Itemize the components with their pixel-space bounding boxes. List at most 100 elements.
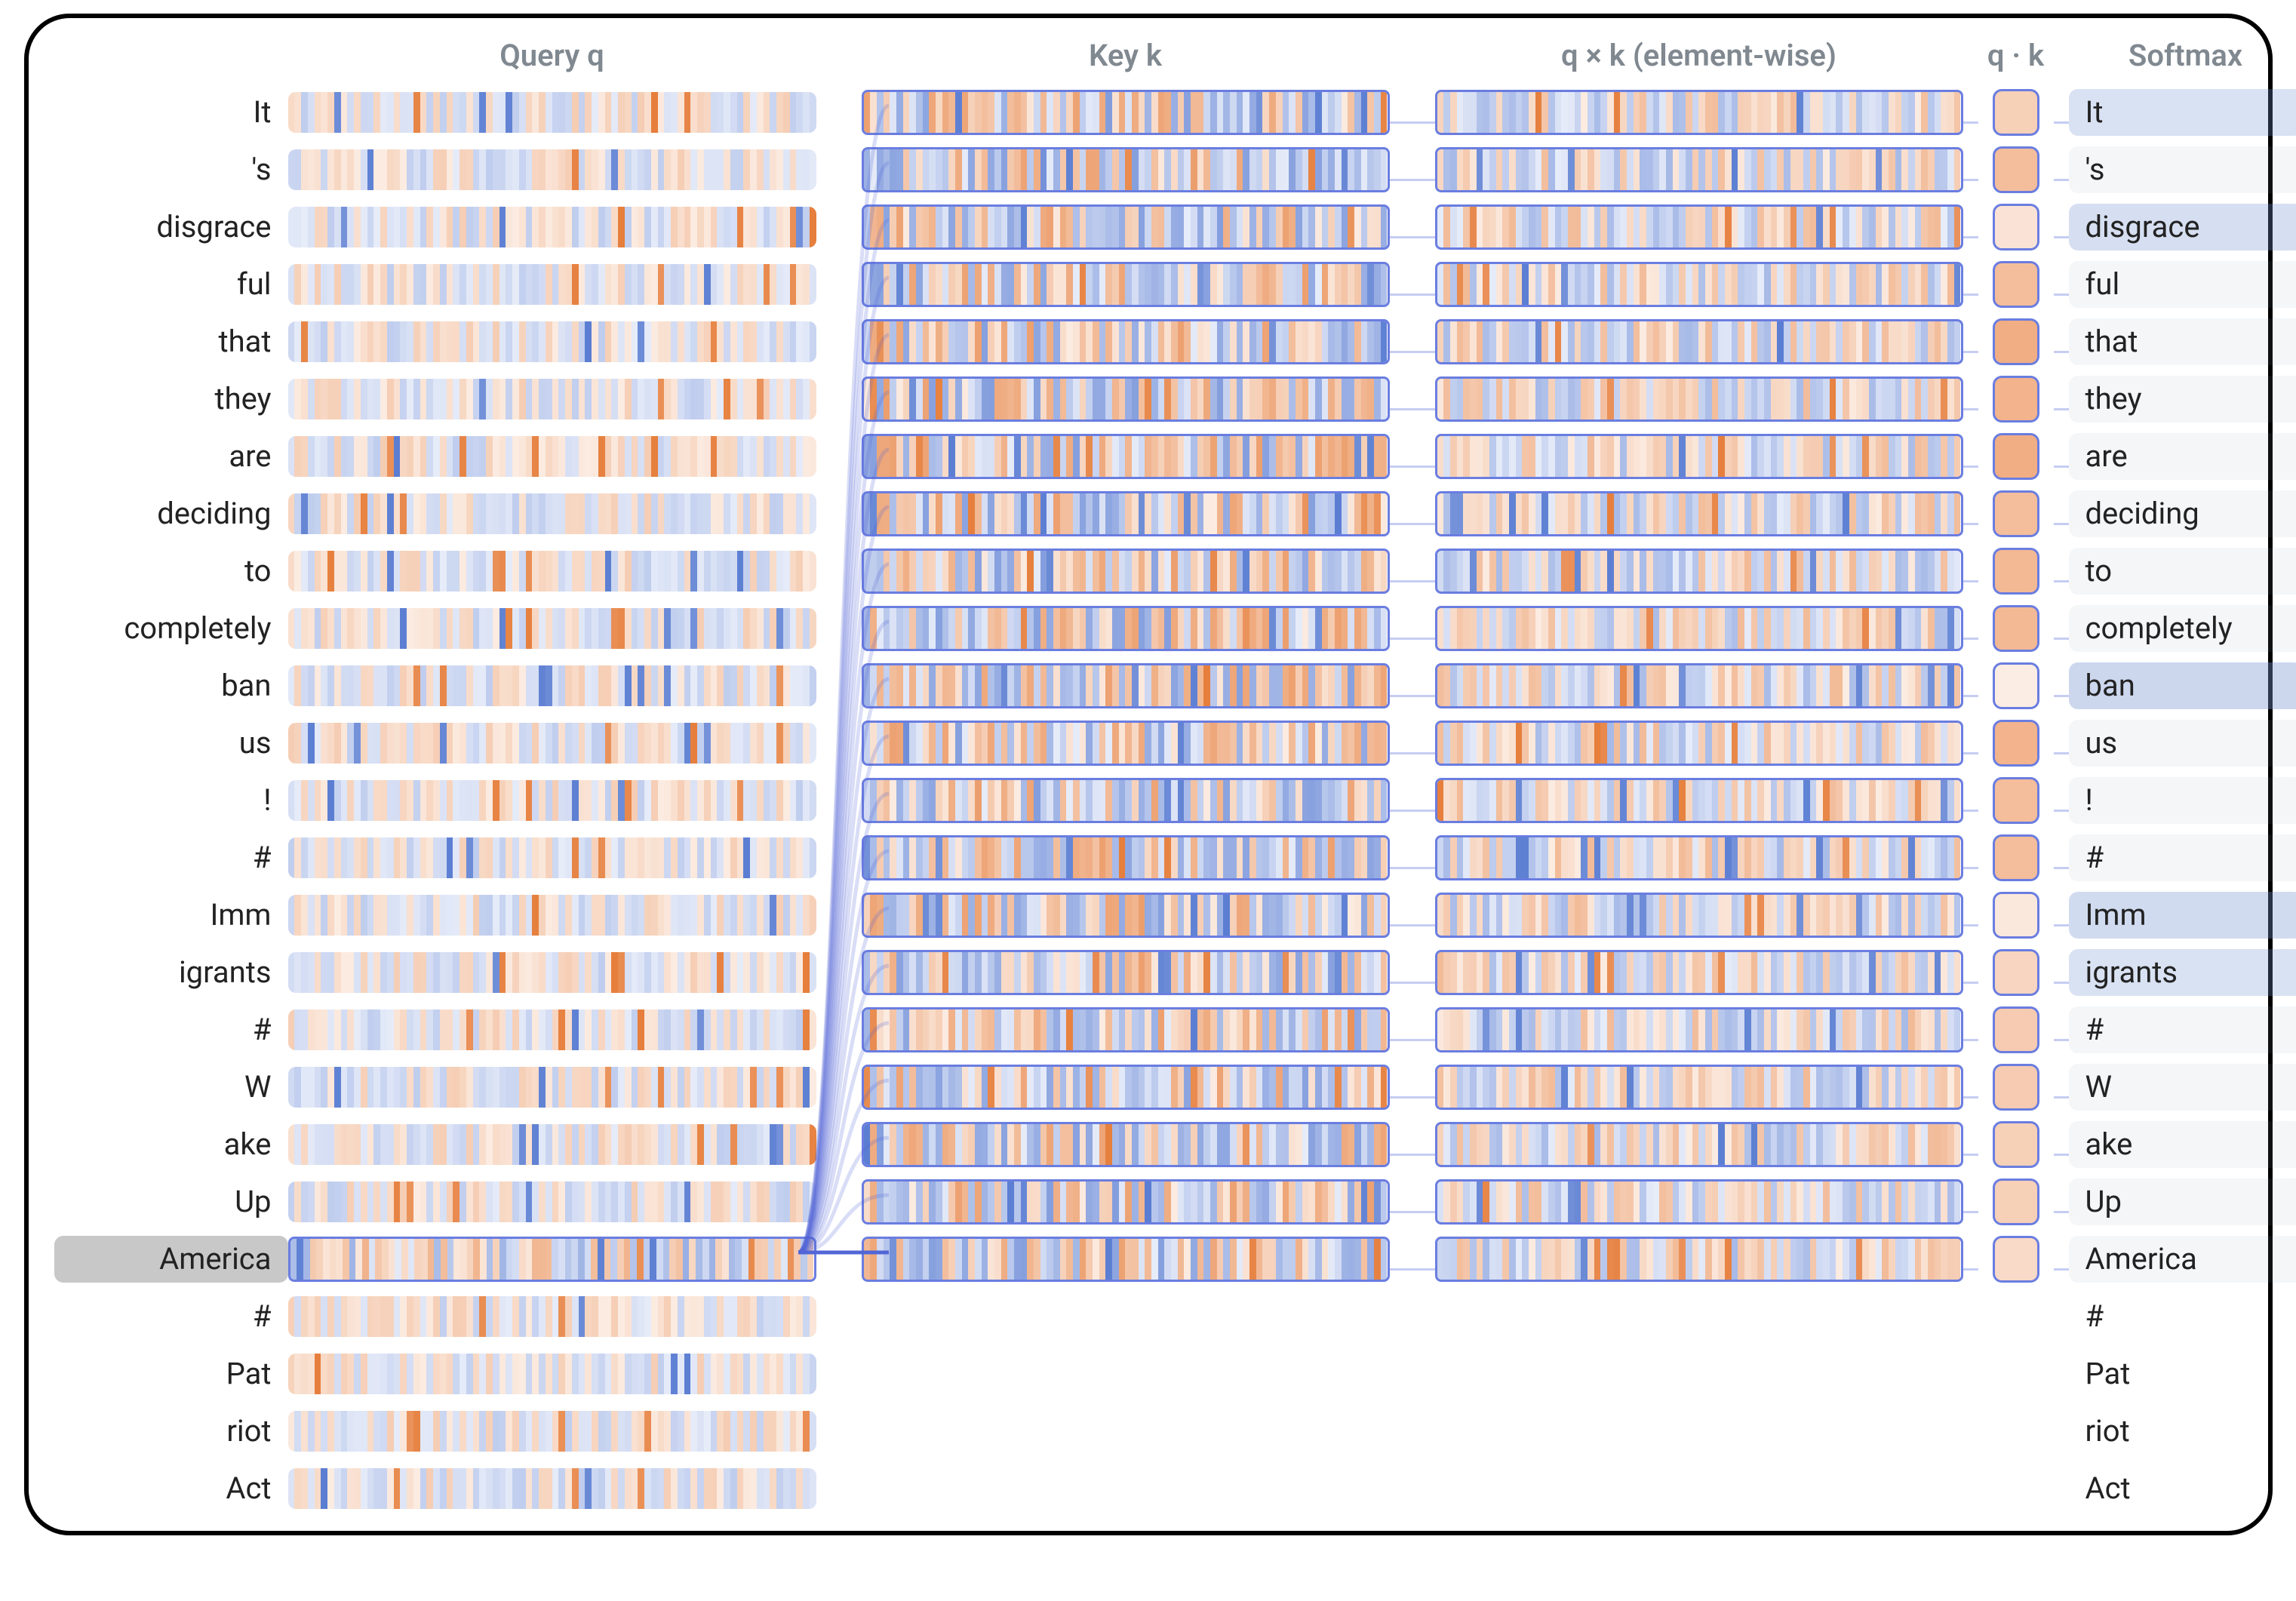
query-stripes (288, 895, 816, 936)
key-stripes (862, 262, 1390, 307)
token-left: It (54, 89, 288, 136)
dot-score (1978, 605, 2054, 652)
token-right: W (2069, 1064, 2296, 1111)
token-right: ban (2069, 662, 2296, 709)
key-stripes (862, 606, 1390, 651)
query-stripes (288, 665, 816, 706)
dot-score (1978, 1121, 2054, 1168)
key-stripes (862, 721, 1390, 766)
dot-score (1978, 146, 2054, 193)
product-stripes (1435, 893, 1963, 938)
product-stripes (1435, 90, 1963, 135)
query-stripes (288, 207, 816, 247)
dot-score (1978, 1006, 2054, 1053)
token-row: !! (54, 772, 2242, 829)
token-row: riotriot (54, 1403, 2242, 1460)
token-right: It (2069, 89, 2296, 136)
query-stripes (288, 1354, 816, 1394)
token-row: AmericaAmerica (54, 1231, 2242, 1288)
token-right: ful (2069, 261, 2296, 308)
token-left: deciding (54, 490, 288, 537)
key-stripes (862, 434, 1390, 479)
key-stripes (862, 1237, 1390, 1282)
query-stripes (288, 149, 816, 190)
token-row: UpUp (54, 1173, 2242, 1231)
dot-score (1978, 720, 2054, 767)
key-stripes (862, 835, 1390, 880)
product-stripes (1435, 376, 1963, 422)
token-right: Up (2069, 1178, 2296, 1225)
token-row: akeake (54, 1116, 2242, 1173)
product-stripes (1435, 1065, 1963, 1110)
product-stripes (1435, 262, 1963, 307)
product-stripes (1435, 1179, 1963, 1225)
query-stripes (288, 952, 816, 993)
token-row: usus (54, 714, 2242, 772)
token-row: banban (54, 657, 2242, 714)
product-stripes (1435, 434, 1963, 479)
token-row: ## (54, 1288, 2242, 1345)
query-stripes (288, 551, 816, 592)
product-stripes (1435, 204, 1963, 250)
key-stripes (862, 1007, 1390, 1052)
product-stripes (1435, 1237, 1963, 1282)
token-row: ItIt (54, 84, 2242, 141)
product-stripes (1435, 491, 1963, 536)
token-right: that (2069, 318, 2296, 365)
dot-score (1978, 261, 2054, 308)
token-row: PatPat (54, 1345, 2242, 1403)
query-stripes (288, 1411, 816, 1452)
token-right: they (2069, 376, 2296, 423)
token-right: Imm (2069, 892, 2296, 939)
key-stripes (862, 204, 1390, 250)
dot-score (1978, 777, 2054, 824)
token-row: WW (54, 1059, 2242, 1116)
dot-score (1978, 89, 2054, 136)
token-right: completely (2069, 605, 2296, 652)
dot-score (1978, 548, 2054, 595)
token-right: ! (2069, 777, 2296, 824)
key-stripes (862, 147, 1390, 192)
token-left: Up (54, 1178, 288, 1225)
product-stripes (1435, 319, 1963, 364)
token-row: ## (54, 829, 2242, 887)
token-right: 's (2069, 146, 2296, 193)
dot-score (1978, 433, 2054, 480)
product-stripes (1435, 778, 1963, 823)
dot-score (1978, 376, 2054, 423)
dot-score (1978, 834, 2054, 881)
token-left: Act (54, 1465, 288, 1512)
product-stripes (1435, 147, 1963, 192)
query-stripes (288, 1067, 816, 1108)
product-stripes (1435, 549, 1963, 594)
token-right: # (2069, 834, 2296, 881)
token-right: deciding (2069, 490, 2296, 537)
key-stripes (862, 90, 1390, 135)
token-left: riot (54, 1408, 288, 1455)
token-left: 's (54, 146, 288, 193)
header-key: Key k (862, 38, 1390, 73)
token-right: # (2069, 1006, 2296, 1053)
header-softmax: Softmax (2069, 38, 2296, 73)
key-stripes (862, 1065, 1390, 1110)
token-right: riot (2069, 1408, 2296, 1455)
token-left: W (54, 1064, 288, 1111)
token-left: igrants (54, 949, 288, 996)
query-stripes (288, 1009, 816, 1050)
token-row: ImmImm (54, 887, 2242, 944)
key-stripes (862, 376, 1390, 422)
token-row: igrantsigrants (54, 944, 2242, 1001)
query-stripes (288, 1124, 816, 1165)
query-stripes (288, 1468, 816, 1509)
product-stripes (1435, 1122, 1963, 1167)
dot-score (1978, 204, 2054, 250)
column-headers: Query q Key k q × k (element-wise) q · k… (54, 38, 2242, 73)
dot-score (1978, 490, 2054, 537)
token-right: igrants (2069, 949, 2296, 996)
query-stripes (288, 264, 816, 305)
rows: ItIt's'sdisgracedisgracefulfulthatthatth… (54, 84, 2242, 1517)
token-right: America (2069, 1236, 2296, 1283)
key-stripes (862, 893, 1390, 938)
token-left: that (54, 318, 288, 365)
token-left: Imm (54, 892, 288, 939)
